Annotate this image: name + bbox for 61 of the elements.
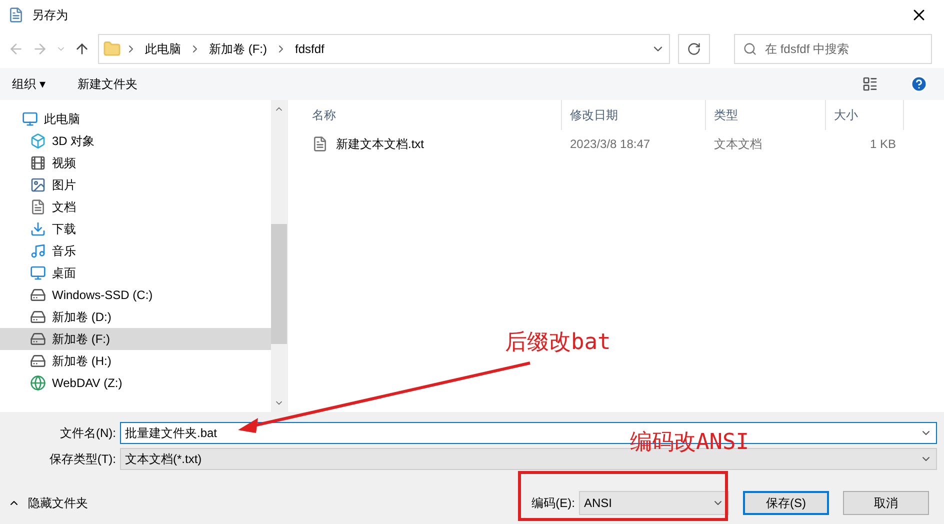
sidebar-item[interactable]: 新加卷 (H:) — [0, 350, 271, 372]
refresh-icon — [687, 42, 701, 56]
globe-icon — [30, 375, 46, 391]
column-header[interactable]: 修改日期 — [562, 100, 706, 130]
help-icon[interactable] — [910, 75, 928, 93]
column-header[interactable]: 名称 — [304, 100, 562, 130]
column-header[interactable]: 大小 — [826, 100, 904, 130]
organize-menu[interactable]: 组织 ▾ — [12, 75, 46, 93]
sidebar-item[interactable]: 音乐 — [0, 240, 271, 262]
table-cell-text: 1 KB — [868, 136, 897, 153]
music-note-icon — [30, 243, 46, 259]
monitor-icon — [22, 111, 38, 127]
document-icon — [30, 199, 46, 215]
hide-folders-toggle[interactable]: 隐藏文件夹 — [8, 494, 88, 512]
field-label: 文件名(N): — [59, 425, 117, 442]
sidebar-item[interactable]: 此电脑 — [0, 108, 271, 130]
column-header[interactable]: 类型 — [706, 100, 826, 130]
search-field[interactable]: 在 fdsfdf 中搜索 — [734, 34, 932, 64]
drive-icon — [30, 287, 46, 303]
breadcrumb[interactable]: fdsfdf — [291, 40, 328, 58]
breadcrumb[interactable]: 此电脑 — [141, 40, 185, 58]
sidebar-item[interactable]: 新加卷 (D:) — [0, 306, 271, 328]
notepad-icon — [8, 7, 24, 23]
cancel-button[interactable]: 取消 — [843, 491, 929, 515]
picture-icon — [30, 177, 46, 193]
view-icon[interactable] — [862, 76, 878, 92]
cube-icon — [30, 133, 46, 149]
table-cell-text: 文本文档 — [713, 136, 763, 153]
field-label: 编码(E): — [532, 495, 575, 512]
sidebar-item[interactable]: 3D 对象 — [0, 130, 271, 152]
window-title: 另存为 — [32, 7, 68, 24]
drive-icon — [30, 331, 46, 347]
sidebar-item[interactable]: Windows-SSD (C:) — [0, 284, 271, 306]
sidebar-item[interactable]: 图片 — [0, 174, 271, 196]
refresh-button[interactable] — [678, 34, 710, 64]
sidebar-item[interactable]: 下载 — [0, 218, 271, 240]
drive-icon — [30, 353, 46, 369]
download-icon — [30, 221, 46, 237]
file-name[interactable]: 新建文本文档.txt — [336, 135, 424, 153]
field-label: 保存类型(T): — [48, 451, 117, 468]
save-button[interactable]: 保存(S) — [743, 491, 829, 515]
scrollbar[interactable] — [271, 100, 287, 412]
sidebar-item[interactable]: 桌面 — [0, 262, 271, 284]
film-icon — [30, 155, 46, 171]
sidebar-item[interactable]: WebDAV (Z:) — [0, 372, 271, 394]
new-folder-button[interactable]: 新建文件夹 — [77, 75, 138, 93]
encoding-dropdown[interactable]: ANSI — [579, 491, 729, 515]
table-cell-text: 2023/3/8 18:47 — [569, 136, 652, 153]
text-file-icon — [312, 136, 328, 152]
search-input[interactable]: 在 fdsfdf 中搜索 — [765, 40, 923, 58]
desktop-icon — [30, 265, 46, 281]
folder-icon — [103, 40, 121, 58]
sidebar-item[interactable]: 文档 — [0, 196, 271, 218]
address-bar[interactable]: 此电脑 新加卷 (F:) fdsfdf — [98, 34, 670, 64]
sidebar-item[interactable]: 新加卷 (F:) — [0, 328, 271, 350]
search-icon — [743, 42, 757, 56]
sidebar-item[interactable]: 视频 — [0, 152, 271, 174]
annotation-text: 后缀改bat — [505, 329, 611, 357]
drive-icon — [30, 309, 46, 325]
up-icon[interactable] — [74, 41, 90, 57]
breadcrumb[interactable]: 新加卷 (F:) — [205, 40, 271, 58]
